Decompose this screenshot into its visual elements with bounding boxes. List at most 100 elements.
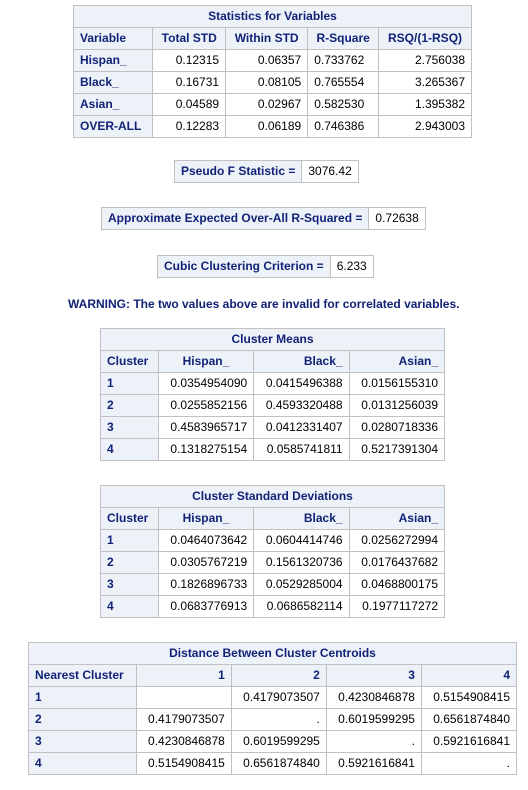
col-header-within-std: Within STD xyxy=(225,27,309,50)
cluster-std-table: Cluster Standard Deviations Cluster Hisp… xyxy=(100,485,446,618)
table-cell: 0.06189 xyxy=(225,115,309,138)
table-cell: 0.765554 xyxy=(307,71,380,94)
ccc-value: 6.233 xyxy=(329,255,374,278)
pseudo-f-label: Pseudo F Statistic = xyxy=(173,160,303,183)
table-cell: 0.02967 xyxy=(225,93,309,116)
table-row: 1 0.0464073642 0.0604414746 0.0256272994 xyxy=(100,529,446,552)
col-header-asian: Asian_ xyxy=(348,507,446,530)
table-cell: 0.0280718336 xyxy=(348,416,446,439)
table-cell: 0.5921616841 xyxy=(325,752,422,775)
table-row: 2 0.0305767219 0.1561320736 0.0176437682 xyxy=(100,551,446,574)
cluster-means-caption: Cluster Means xyxy=(100,328,445,351)
row-header: 4 xyxy=(100,438,159,461)
pseudo-f-table: Pseudo F Statistic = 3076.42 xyxy=(173,160,359,183)
table-cell: 0.0464073642 xyxy=(157,529,255,552)
table-cell: 0.0156155310 xyxy=(348,372,446,395)
table-row: 3 0.1826896733 0.0529285004 0.0468800175 xyxy=(100,573,446,596)
table-cell: 0.16731 xyxy=(152,71,227,94)
table-cell: 0.0354954090 xyxy=(157,372,255,395)
col-header-cluster-4: 4 xyxy=(420,664,518,687)
table-row: Hispan_ 0.12315 0.06357 0.733762 2.75603… xyxy=(72,49,472,72)
table-cell: 0.5217391304 xyxy=(348,438,446,461)
table-cell: 0.08105 xyxy=(225,71,309,94)
table-cell: 0.0176437682 xyxy=(348,551,446,574)
col-header-cluster-2: 2 xyxy=(230,664,327,687)
row-header: 2 xyxy=(100,394,159,417)
table-row: 3 0.4583965717 0.0412331407 0.0280718336 xyxy=(100,416,446,439)
col-header-black: Black_ xyxy=(253,507,350,530)
table-cell: 0.12315 xyxy=(152,49,227,72)
row-header: 3 xyxy=(28,730,137,753)
table-cell: 0.12283 xyxy=(152,115,227,138)
table-cell: 0.4583965717 xyxy=(157,416,255,439)
table-row: 2 0.4179073507 . 0.6019599295 0.65618748… xyxy=(28,708,518,731)
row-header: 4 xyxy=(100,595,159,618)
row-header: Hispan_ xyxy=(72,49,154,72)
pseudo-f-value: 3076.42 xyxy=(301,160,359,183)
table-cell: 2.756038 xyxy=(378,49,472,72)
statistics-table-caption: Statistics for Variables xyxy=(73,5,472,28)
table-cell: 0.5154908415 xyxy=(135,752,232,775)
col-header-cluster-1: 1 xyxy=(135,664,232,687)
table-cell: 0.4179073507 xyxy=(230,686,327,709)
warning-text: WARNING: The two values above are invali… xyxy=(68,297,460,311)
row-header: 3 xyxy=(100,573,159,596)
table-cell: 0.1318275154 xyxy=(157,438,255,461)
table-cell: 3.265367 xyxy=(378,71,472,94)
table-row: OVER-ALL 0.12283 0.06189 0.746386 2.9430… xyxy=(72,115,472,138)
row-header: 2 xyxy=(100,551,159,574)
table-row: 2 0.0255852156 0.4593320488 0.0131256039 xyxy=(100,394,446,417)
row-header: 2 xyxy=(28,708,137,731)
col-header-cluster: Cluster xyxy=(100,350,159,373)
table-cell: 0.0585741811 xyxy=(253,438,350,461)
table-cell: 0.0529285004 xyxy=(253,573,350,596)
table-cell: 0.0305767219 xyxy=(157,551,255,574)
expected-r-squared-value: 0.72638 xyxy=(368,207,426,230)
table-cell: 1.395382 xyxy=(378,93,472,116)
table-cell: 0.06357 xyxy=(225,49,309,72)
table-cell: 0.04589 xyxy=(152,93,227,116)
table-row: Asian_ 0.04589 0.02967 0.582530 1.395382 xyxy=(72,93,472,116)
table-cell: 2.943003 xyxy=(378,115,472,138)
table-cell: 0.5154908415 xyxy=(420,686,518,709)
table-row: Black_ 0.16731 0.08105 0.765554 3.265367 xyxy=(72,71,472,94)
table-cell xyxy=(135,686,232,709)
table-cell: 0.6019599295 xyxy=(230,730,327,753)
table-row: 3 0.4230846878 0.6019599295 . 0.59216168… xyxy=(28,730,518,753)
row-header: OVER-ALL xyxy=(72,115,154,138)
table-cell: 0.1561320736 xyxy=(253,551,350,574)
table-cell: 0.0468800175 xyxy=(348,573,446,596)
table-cell: 0.0604414746 xyxy=(253,529,350,552)
row-header: 1 xyxy=(100,372,159,395)
col-header-hispan: Hispan_ xyxy=(157,507,255,530)
cluster-means-table: Cluster Means Cluster Hispan_ Black_ Asi… xyxy=(100,328,446,461)
row-header: Asian_ xyxy=(72,93,154,116)
table-cell: 0.0412331407 xyxy=(253,416,350,439)
table-cell: 0.733762 xyxy=(307,49,380,72)
col-header-nearest-cluster: Nearest Cluster xyxy=(28,664,137,687)
table-cell: 0.4230846878 xyxy=(325,686,422,709)
table-cell: . xyxy=(230,708,327,731)
col-header-black: Black_ xyxy=(253,350,350,373)
table-cell: 0.746386 xyxy=(307,115,380,138)
row-header: Black_ xyxy=(72,71,154,94)
table-cell: 0.0255852156 xyxy=(157,394,255,417)
table-cell: 0.1977117272 xyxy=(348,595,446,618)
table-cell: 0.4593320488 xyxy=(253,394,350,417)
table-row: 4 0.0683776913 0.0686582114 0.1977117272 xyxy=(100,595,446,618)
col-header-hispan: Hispan_ xyxy=(157,350,255,373)
statistics-table: Statistics for Variables Variable Total … xyxy=(72,5,472,138)
col-header-rsq-ratio: RSQ/(1-RSQ) xyxy=(378,27,472,50)
ccc-table: Cubic Clustering Criterion = 6.233 xyxy=(157,255,374,278)
row-header: 1 xyxy=(28,686,137,709)
table-cell: . xyxy=(420,752,518,775)
row-header: 4 xyxy=(28,752,137,775)
table-cell: 0.1826896733 xyxy=(157,573,255,596)
ccc-label: Cubic Clustering Criterion = xyxy=(157,255,331,278)
table-row: 1 0.0354954090 0.0415496388 0.0156155310 xyxy=(100,372,446,395)
col-header-asian: Asian_ xyxy=(348,350,446,373)
table-cell: 0.4179073507 xyxy=(135,708,232,731)
table-cell: 0.5921616841 xyxy=(420,730,518,753)
col-header-cluster: Cluster xyxy=(100,507,159,530)
row-header: 1 xyxy=(100,529,159,552)
